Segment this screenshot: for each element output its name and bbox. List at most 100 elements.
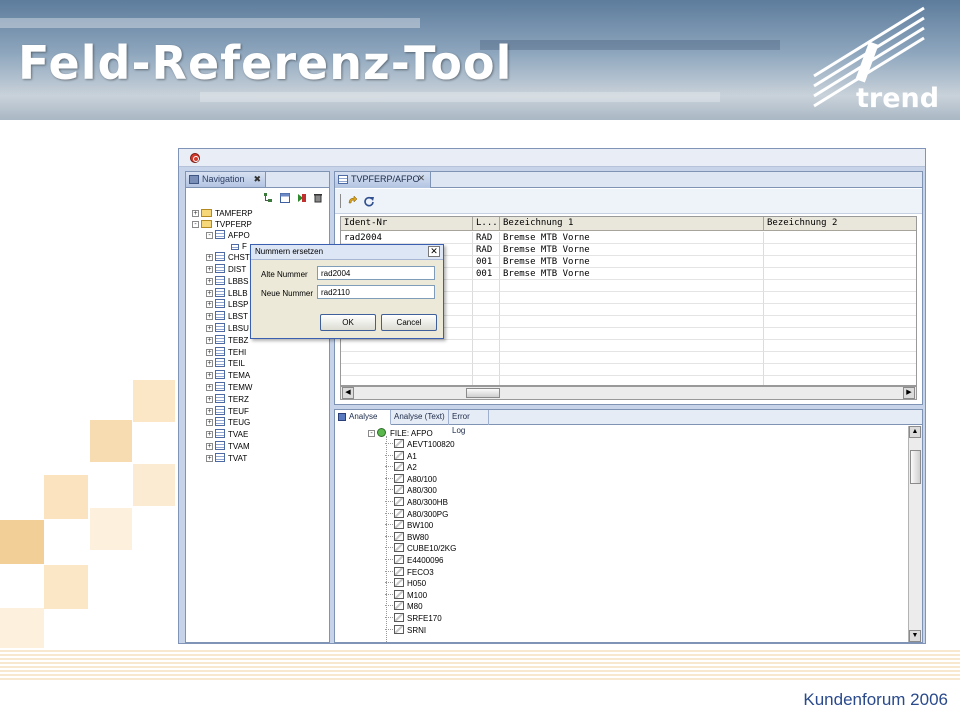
tree-item-lbbs[interactable]: + LBBS [206,276,248,287]
analysis-item[interactable]: AEVT100820 [385,439,455,450]
collapse-icon[interactable]: - [368,430,375,437]
replace-icon[interactable] [347,195,359,207]
grid-cell[interactable] [500,280,764,292]
tab-analyse-text[interactable]: Analyse (Text) [391,410,449,425]
analysis-item[interactable]: CUBE10/2KG [385,543,456,554]
scrollbar-thumb[interactable] [466,388,500,398]
horizontal-scrollbar[interactable]: ◀ ▶ [340,386,917,400]
grid-cell[interactable] [500,340,764,352]
grid-cell[interactable] [473,304,500,316]
grid-cell[interactable]: rad2004 [341,232,473,244]
tree-item-field[interactable]: F [231,241,247,252]
grid-cell[interactable]: 001 [473,256,500,268]
grid-cell[interactable] [764,280,916,292]
grid-cell[interactable] [500,292,764,304]
expand-icon[interactable]: + [206,431,213,438]
expand-icon[interactable]: + [206,313,213,320]
tree-item-tvae[interactable]: + TVAE [206,429,248,440]
expand-icon[interactable]: + [206,384,213,391]
analysis-item[interactable]: E4400096 [385,555,443,566]
expand-icon[interactable]: + [206,337,213,344]
analysis-item[interactable]: M100 [385,589,427,601]
file-node[interactable]: - FILE: AFPO [368,428,433,439]
tree-item-chst[interactable]: + CHST [206,252,250,263]
tree-item-lblb[interactable]: + LBLB [206,288,248,299]
old-number-field[interactable] [317,266,435,280]
grid-cell[interactable]: Bremse MTB Vorne [500,256,764,268]
grid-cell[interactable] [764,292,916,304]
scroll-down-icon[interactable]: ▼ [909,630,921,642]
grid-cell[interactable]: Bremse MTB Vorne [500,232,764,244]
analysis-item[interactable]: SRFE170 [385,613,442,624]
grid-cell[interactable] [764,328,916,340]
grid-cell[interactable] [764,244,916,256]
scroll-left-icon[interactable]: ◀ [342,387,354,399]
column-header-ident-nr[interactable]: Ident-Nr [341,217,473,231]
expand-icon[interactable]: + [206,408,213,415]
scrollbar-thumb[interactable] [910,450,921,484]
expand-icon[interactable]: + [206,254,213,261]
hierarchy-icon[interactable] [263,193,273,203]
grid-cell[interactable] [500,316,764,328]
tree-item-tema[interactable]: + TEMA [206,370,250,381]
table-icon[interactable] [280,193,290,203]
grid-cell[interactable] [341,340,473,352]
close-icon[interactable]: ✖ [253,174,261,185]
tab-editor[interactable]: TVPFERP/AFPO ✕ [335,172,431,188]
grid-cell[interactable] [764,256,916,268]
expand-icon[interactable]: + [206,301,213,308]
stop-icon[interactable] [190,153,200,163]
expand-icon[interactable]: + [192,210,199,217]
analysis-item[interactable]: M80 [385,601,423,612]
analysis-item[interactable]: A80/300 [385,485,437,496]
analysis-item[interactable]: A80/100 [385,473,437,485]
analysis-item[interactable]: A2 [385,462,417,473]
scroll-up-icon[interactable]: ▲ [909,426,921,438]
tab-navigation[interactable]: Navigation ✖ [186,172,266,188]
analysis-item[interactable]: FECO3 [385,566,434,578]
expand-icon[interactable]: + [206,290,213,297]
ok-button[interactable]: OK [320,314,376,331]
expand-icon[interactable]: + [206,396,213,403]
grid-cell[interactable] [764,376,916,385]
grid-cell[interactable] [500,364,764,376]
collapse-icon[interactable]: - [192,221,199,228]
grid-cell[interactable] [473,340,500,352]
tree-item-teuf[interactable]: + TEUF [206,406,249,417]
expand-icon[interactable]: + [206,455,213,462]
delete-icon[interactable] [313,193,323,203]
analysis-item[interactable]: SRNI [385,624,426,636]
grid-cell[interactable] [473,376,500,385]
tree-item-teil[interactable]: + TEIL [206,358,245,369]
tree-item-tvpferp[interactable]: - TVPFERP [192,219,252,230]
expand-icon[interactable]: + [206,325,213,332]
analysis-item[interactable]: BW100 [385,520,433,531]
grid-cell[interactable] [764,268,916,280]
refresh-icon[interactable] [363,195,375,207]
expand-icon[interactable]: + [206,443,213,450]
scroll-right-icon[interactable]: ▶ [903,387,915,399]
grid-cell[interactable] [500,352,764,364]
tree-item-tehi[interactable]: + TEHI [206,347,246,358]
expand-icon[interactable]: + [206,266,213,273]
grid-cell[interactable] [764,364,916,376]
grid-cell[interactable] [473,328,500,340]
tree-item-terz[interactable]: + TERZ [206,394,249,405]
tree-item-temw[interactable]: + TEMW [206,382,252,393]
grid-cell[interactable] [473,292,500,304]
tree-item-tebz[interactable]: + TEBZ [206,335,248,346]
expand-icon[interactable]: + [206,349,213,356]
expand-icon[interactable]: + [206,278,213,285]
expand-icon[interactable]: + [206,372,213,379]
grid-cell[interactable] [500,304,764,316]
column-header-l[interactable]: L... [473,217,500,231]
tab-error-log[interactable]: Error Log [449,410,489,435]
grid-cell[interactable] [500,376,764,385]
column-header-bezeichnung-2[interactable]: Bezeichnung 2 [764,217,916,231]
tree-item-lbsu[interactable]: + LBSU [206,323,249,334]
cancel-button[interactable]: Cancel [381,314,437,331]
tree-item-lbsp[interactable]: + LBSP [206,299,248,310]
tab-analyse[interactable]: Analyse [335,410,391,425]
grid-cell[interactable]: 001 [473,268,500,280]
tree-item-dist[interactable]: + DIST [206,264,246,275]
